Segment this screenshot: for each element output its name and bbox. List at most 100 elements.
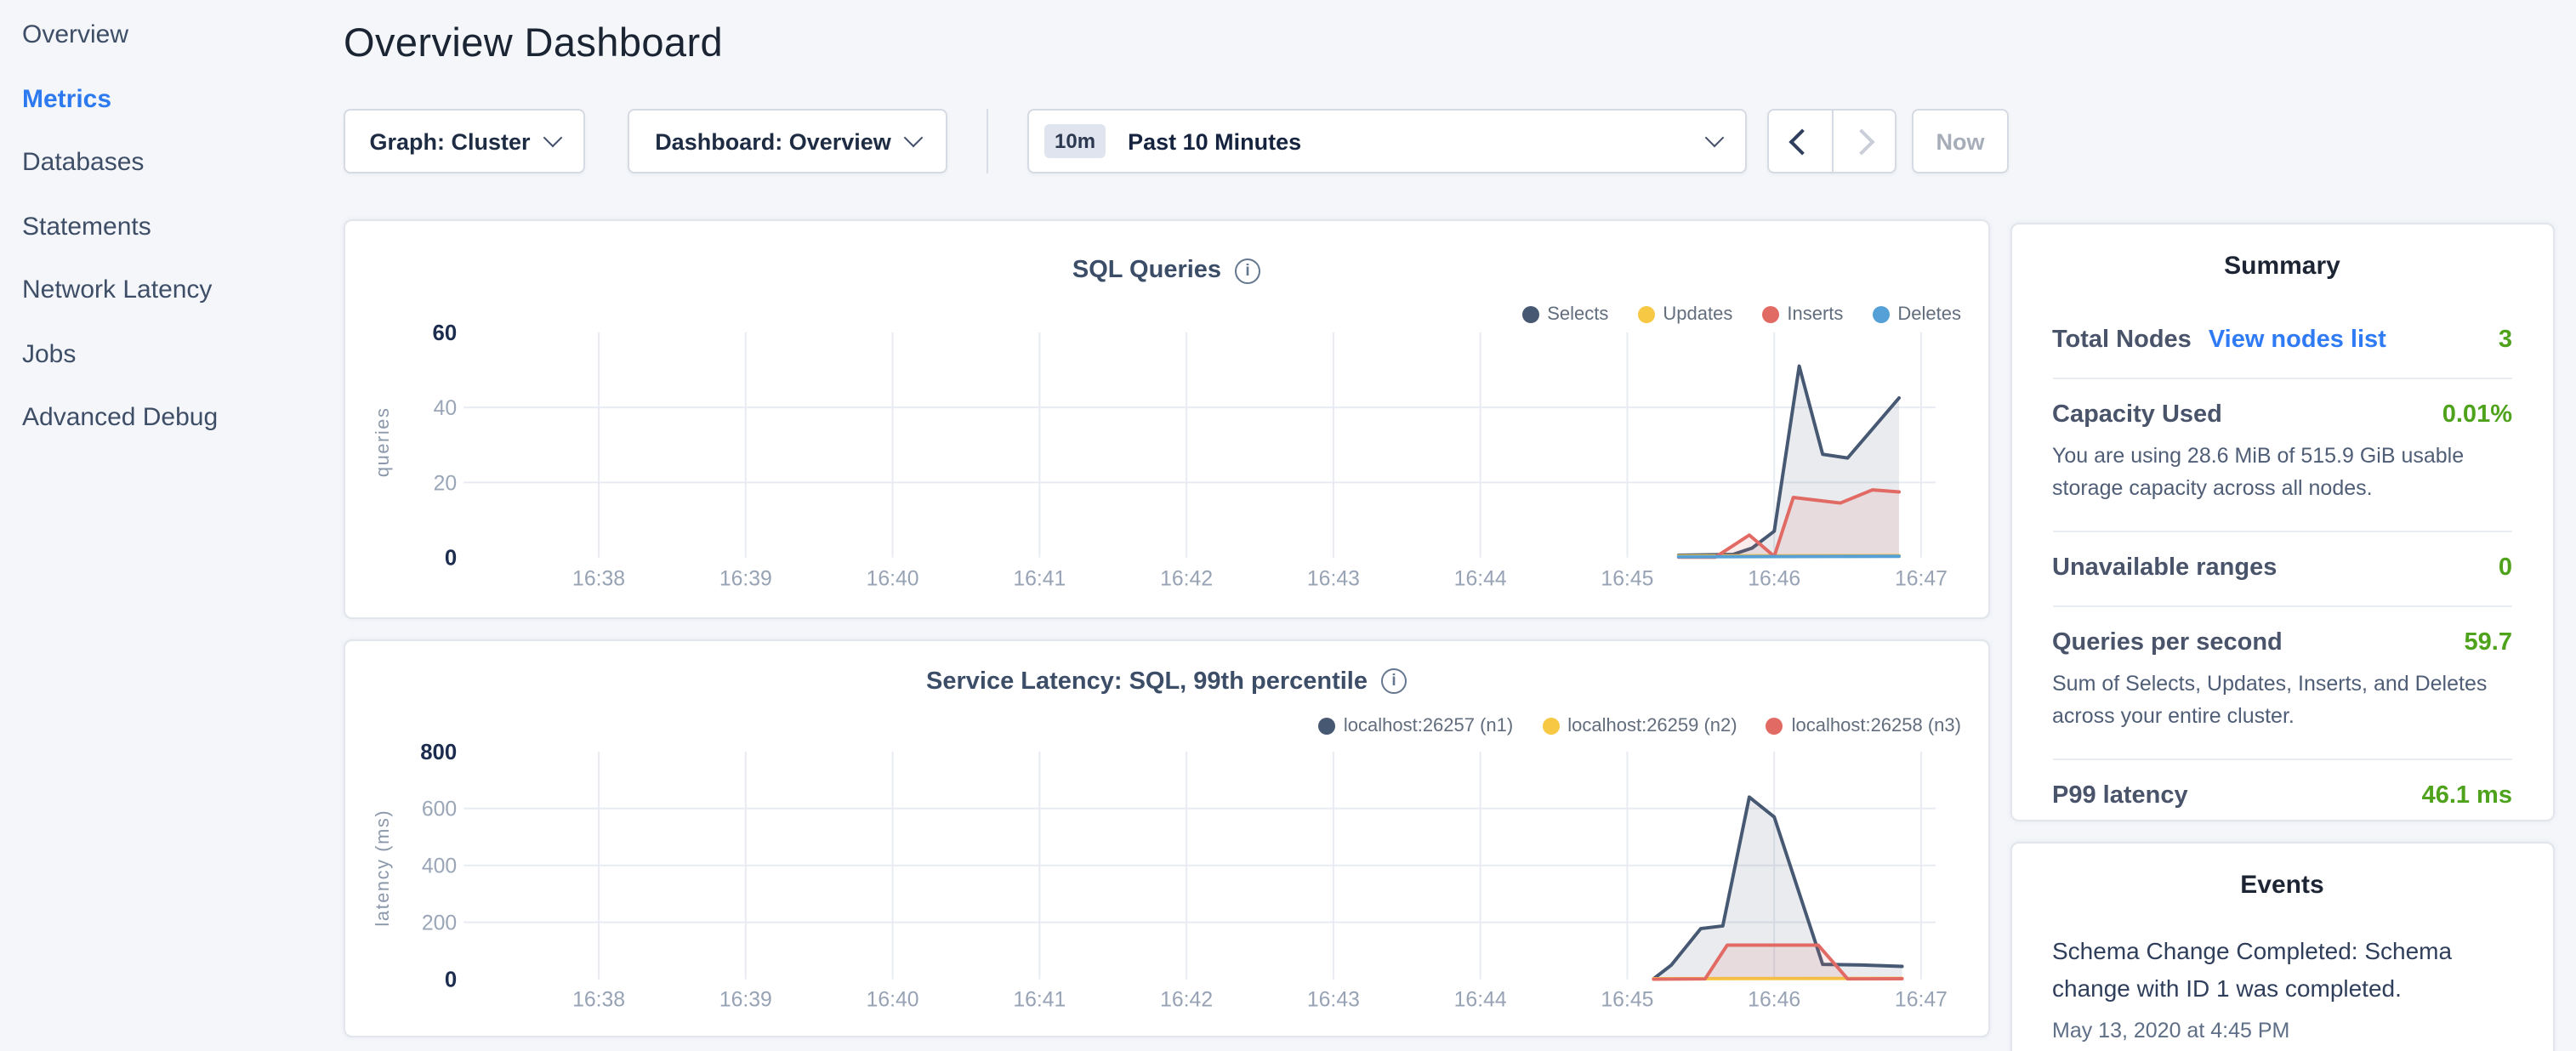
legend-label: Selects bbox=[1547, 304, 1608, 325]
sidebar-item-advanced-debug[interactable]: Advanced Debug bbox=[22, 386, 218, 450]
y-tick-label: 600 bbox=[421, 798, 456, 821]
legend-item-updates[interactable]: Updates bbox=[1637, 304, 1732, 325]
total-nodes-label: Total Nodes bbox=[2052, 327, 2192, 354]
time-step-forward-button[interactable] bbox=[1831, 109, 1896, 173]
page-title: Overview Dashboard bbox=[344, 20, 723, 66]
controls-divider bbox=[987, 109, 988, 173]
y-tick-label: 0 bbox=[444, 967, 456, 991]
chevron-right-icon bbox=[1848, 128, 1874, 154]
sidebar-item-databases[interactable]: Databases bbox=[22, 131, 218, 195]
legend-item-deletes[interactable]: Deletes bbox=[1872, 304, 1961, 325]
legend-label: Deletes bbox=[1897, 304, 1961, 325]
p99-latency-label: P99 latency bbox=[2052, 781, 2188, 809]
time-step-back-button[interactable] bbox=[1767, 109, 1833, 173]
metrics-page: OverviewMetricsDatabasesStatementsNetwor… bbox=[0, 0, 2576, 1051]
legend-dot bbox=[1542, 717, 1559, 734]
sidebar-nav: OverviewMetricsDatabasesStatementsNetwor… bbox=[22, 3, 218, 450]
x-tick-label: 16:45 bbox=[1600, 567, 1652, 590]
series-line-deletes bbox=[1678, 556, 1898, 557]
x-tick-label: 16:44 bbox=[1453, 567, 1506, 590]
total-nodes-value: 3 bbox=[2499, 327, 2512, 354]
chart-title-row: SQL Queries i bbox=[344, 257, 1988, 284]
sidebar-item-network-latency[interactable]: Network Latency bbox=[22, 258, 218, 322]
sidebar-item-statements[interactable]: Statements bbox=[22, 195, 218, 258]
events-panel: Events Schema Change Completed: Schema c… bbox=[2010, 842, 2555, 1051]
sidebar-item-metrics[interactable]: Metrics bbox=[22, 67, 218, 131]
legend-item-localhost-26257-n1-[interactable]: localhost:26257 (n1) bbox=[1318, 715, 1513, 736]
summary-panel: Summary Total Nodes View nodes list 3 Ca… bbox=[2010, 223, 2555, 821]
time-window-label: Past 10 Minutes bbox=[1128, 128, 1301, 154]
legend-dot bbox=[1637, 306, 1654, 323]
summary-row-capacity: Capacity Used 0.01% You are using 28.6 M… bbox=[2052, 378, 2512, 531]
info-icon[interactable]: i bbox=[1235, 258, 1260, 283]
dashboard-dropdown-label: Dashboard: Overview bbox=[655, 128, 891, 154]
chevron-down-icon bbox=[543, 128, 562, 148]
legend-item-localhost-26259-n2-[interactable]: localhost:26259 (n2) bbox=[1542, 715, 1737, 736]
summary-row-total-nodes: Total Nodes View nodes list 3 bbox=[2052, 304, 2512, 378]
sidebar-item-jobs[interactable]: Jobs bbox=[22, 322, 218, 386]
event-item-text[interactable]: Schema Change Completed: Schema change w… bbox=[2052, 934, 2512, 1008]
chart-title: SQL Queries bbox=[1072, 257, 1221, 284]
x-tick-label: 16:45 bbox=[1600, 987, 1652, 1010]
view-nodes-list-link[interactable]: View nodes list bbox=[2209, 327, 2386, 354]
y-tick-label: 400 bbox=[421, 855, 456, 878]
x-tick-label: 16:42 bbox=[1159, 987, 1212, 1010]
x-tick-label: 16:41 bbox=[1012, 567, 1065, 590]
summary-row-qps: Queries per second 59.7 Sum of Selects, … bbox=[2052, 605, 2512, 758]
x-tick-label: 16:46 bbox=[1747, 987, 1800, 1010]
y-tick-label: 60 bbox=[431, 321, 456, 345]
y-axis-label: queries bbox=[371, 406, 392, 477]
y-tick-label: 0 bbox=[444, 547, 456, 571]
legend-item-localhost-26258-n3-[interactable]: localhost:26258 (n3) bbox=[1766, 715, 1961, 736]
x-tick-label: 16:39 bbox=[719, 567, 771, 590]
capacity-used-caption: You are using 28.6 MiB of 515.9 GiB usab… bbox=[2052, 440, 2512, 507]
service-latency-chart-card: 16:3816:3916:4016:4116:4216:4316:4416:45… bbox=[343, 639, 1990, 1037]
y-tick-label: 20 bbox=[433, 472, 457, 495]
legend-dot bbox=[1521, 306, 1538, 323]
legend-dot bbox=[1761, 306, 1778, 323]
x-tick-label: 16:41 bbox=[1012, 987, 1065, 1010]
qps-value: 59.7 bbox=[2465, 629, 2512, 656]
x-tick-label: 16:38 bbox=[571, 987, 624, 1010]
unavailable-ranges-label: Unavailable ranges bbox=[2052, 554, 2277, 582]
chevron-down-icon bbox=[903, 128, 923, 148]
capacity-used-value: 0.01% bbox=[2442, 401, 2512, 429]
chart-legend: Selects Updates Inserts Deletes bbox=[1521, 304, 1961, 325]
chevron-down-icon bbox=[1705, 128, 1725, 148]
chart-plot: 16:3816:3916:4016:4116:4216:4316:4416:45… bbox=[344, 640, 1988, 1035]
legend-label: localhost:26257 (n1) bbox=[1344, 715, 1513, 736]
x-tick-label: 16:44 bbox=[1453, 987, 1506, 1010]
sidebar-item-overview[interactable]: Overview bbox=[22, 3, 218, 67]
now-button-label: Now bbox=[1936, 128, 1985, 154]
time-window-badge: 10m bbox=[1044, 124, 1106, 158]
event-item-timestamp: May 13, 2020 at 4:45 PM bbox=[2052, 1020, 2512, 1043]
x-tick-label: 16:40 bbox=[866, 987, 918, 1010]
legend-item-inserts[interactable]: Inserts bbox=[1761, 304, 1843, 325]
now-button[interactable]: Now bbox=[1912, 109, 2009, 173]
capacity-used-label: Capacity Used bbox=[2052, 401, 2222, 429]
x-tick-label: 16:47 bbox=[1894, 987, 1947, 1010]
graph-dropdown[interactable]: Graph: Cluster bbox=[344, 109, 585, 173]
y-tick-label: 800 bbox=[419, 740, 456, 764]
qps-caption: Sum of Selects, Updates, Inserts, and De… bbox=[2052, 668, 2512, 735]
x-tick-label: 16:40 bbox=[866, 567, 918, 590]
legend-label: localhost:26259 (n2) bbox=[1567, 715, 1737, 736]
summary-row-unavailable-ranges: Unavailable ranges 0 bbox=[2052, 531, 2512, 605]
legend-dot bbox=[1766, 717, 1783, 734]
legend-label: localhost:26258 (n3) bbox=[1792, 715, 1961, 736]
y-axis-label: latency (ms) bbox=[371, 809, 392, 926]
x-tick-label: 16:46 bbox=[1747, 567, 1800, 590]
dashboard-dropdown[interactable]: Dashboard: Overview bbox=[628, 109, 947, 173]
legend-label: Updates bbox=[1663, 304, 1732, 325]
summary-rows: Total Nodes View nodes list 3 Capacity U… bbox=[2052, 304, 2512, 821]
x-tick-label: 16:43 bbox=[1306, 987, 1359, 1010]
info-icon[interactable]: i bbox=[1381, 668, 1407, 694]
summary-title: Summary bbox=[2052, 252, 2512, 281]
time-window-dropdown[interactable]: 10m Past 10 Minutes bbox=[1027, 109, 1747, 173]
x-tick-label: 16:38 bbox=[571, 567, 624, 590]
summary-row-p99: P99 latency 46.1 ms bbox=[2052, 758, 2512, 821]
legend-item-selects[interactable]: Selects bbox=[1521, 304, 1608, 325]
legend-dot bbox=[1318, 717, 1335, 734]
time-step-buttons bbox=[1767, 109, 1896, 173]
sql-queries-chart-card: 16:3816:3916:4016:4116:4216:4316:4416:45… bbox=[343, 219, 1990, 619]
